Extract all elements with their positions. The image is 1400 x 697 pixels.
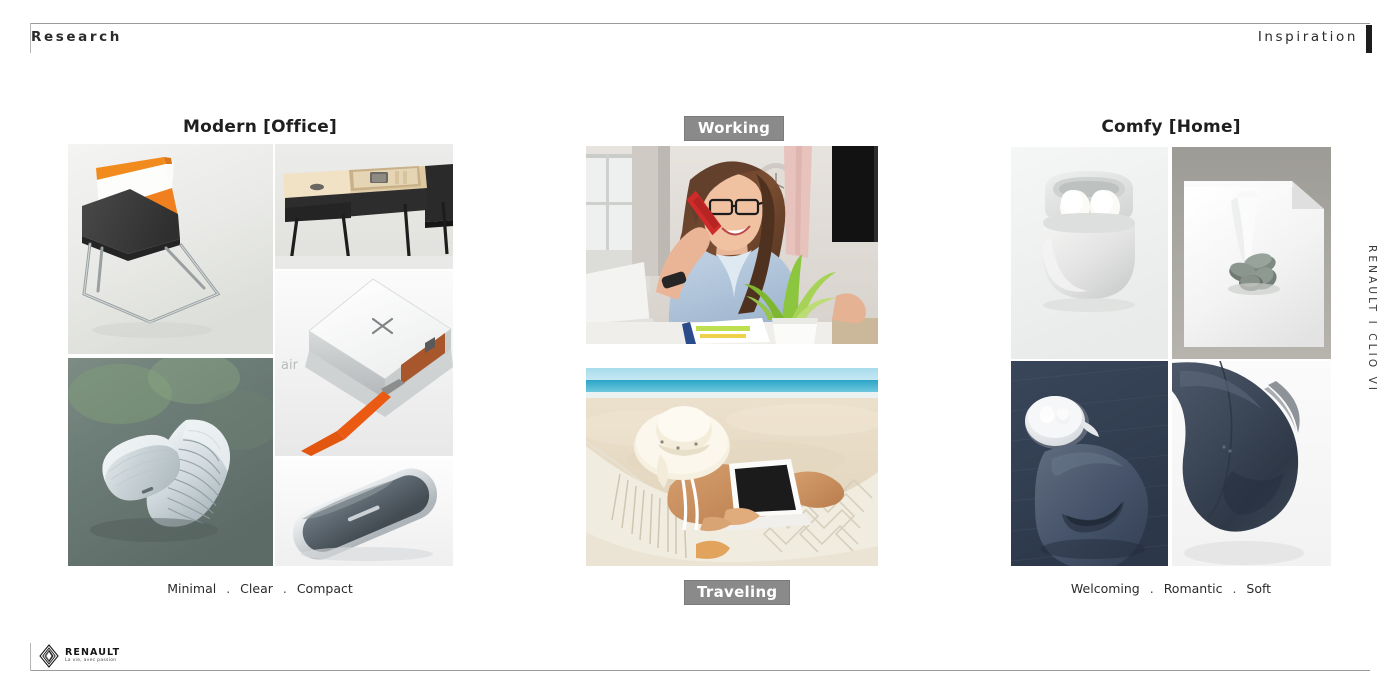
right-column-caption: Welcoming . Romantic . Soft [1011, 581, 1331, 596]
page-header: Research Inspiration [0, 0, 1400, 60]
right-column-title: Comfy [Home] [1101, 117, 1241, 137]
caption-dot: . [282, 581, 287, 596]
renault-wordmark: RENAULT [65, 647, 121, 659]
left-caption-word-0: Minimal [167, 581, 217, 596]
header-right-marker [1366, 25, 1372, 53]
renault-logo: RENAULT La vie, avec passion [38, 644, 120, 668]
caption-dot: . [1149, 581, 1154, 596]
tile-navy-curved-device [1172, 361, 1331, 566]
renault-diamond-icon [39, 644, 59, 668]
tile-orange-grey-lounge-chair [68, 144, 273, 354]
tile-woman-in-hammock-with-laptop [586, 368, 878, 566]
left-column-caption: Minimal . Clear . Compact [68, 581, 452, 596]
svg-text:air: air [281, 358, 299, 373]
header-subsection-label: Inspiration [1257, 29, 1358, 45]
tile-wooden-desk-organizer [275, 144, 453, 269]
header-section-label: Research [31, 29, 122, 45]
left-caption-word-2: Compact [296, 581, 353, 596]
left-caption-word-1: Clear [240, 581, 273, 596]
left-column-title: Modern [Office] [183, 117, 337, 137]
tile-aluminium-external-drive [275, 458, 453, 566]
right-caption-word-2: Soft [1246, 581, 1272, 596]
tile-white-earbuds-case [1011, 147, 1168, 359]
caption-dot: . [1232, 581, 1237, 596]
center-top-tag: Working [684, 116, 784, 141]
right-caption-word-0: Welcoming [1070, 581, 1140, 596]
footer-left-tick [30, 643, 31, 671]
footer-divider [30, 670, 1370, 671]
side-project-label: RENAULT I CLIO VI [1366, 245, 1378, 394]
tile-navy-soft-cushion-object [1011, 361, 1168, 566]
right-caption-word-1: Romantic [1163, 581, 1223, 596]
tile-white-wireless-charger: air [275, 271, 453, 456]
renault-tagline: La vie, avec passion [65, 658, 117, 664]
header-divider [30, 23, 1370, 24]
center-bottom-tag: Traveling [684, 580, 790, 605]
caption-dot: . [226, 581, 231, 596]
tile-ribbed-aluminium-speakers [68, 358, 273, 566]
tile-woman-on-phone-at-desk [586, 146, 878, 344]
tile-white-tray-with-pebbles [1172, 147, 1331, 359]
